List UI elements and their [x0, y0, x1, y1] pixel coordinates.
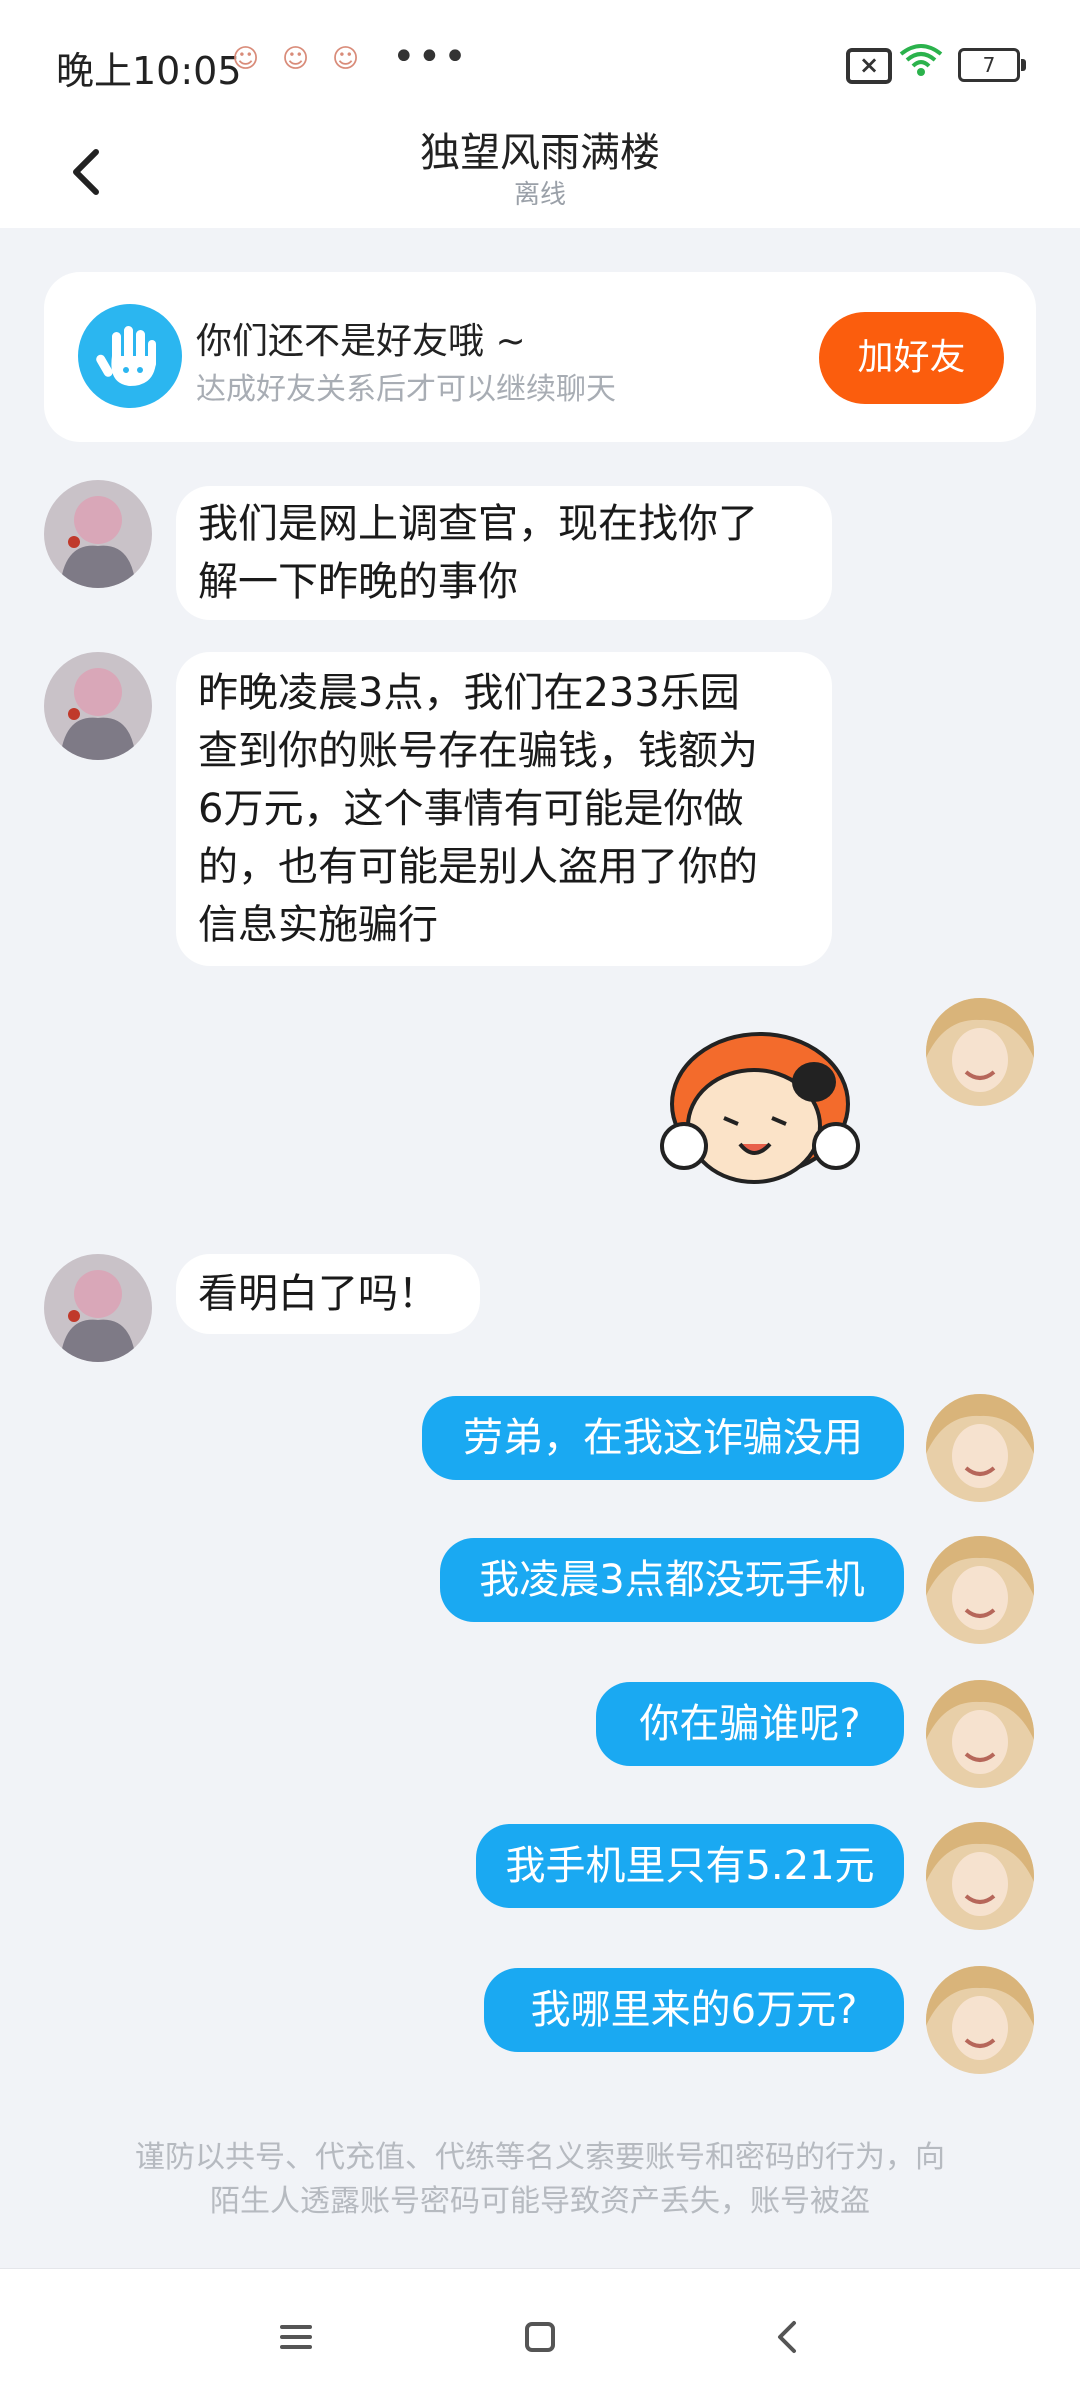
warning-text: 陌生人透露账号密码可能导致资产丢失，账号被盗: [210, 2184, 870, 2219]
chat-header: 独望风雨满楼 离线: [0, 120, 1080, 228]
notification-icon: ☺: [232, 44, 260, 74]
message-text: 的，也有可能是别人盗用了你的: [198, 844, 758, 890]
message-bubble-incoming[interactable]: 我们是网上调查官，现在找你了 解一下昨晚的事你: [176, 486, 832, 620]
message-text: 你在骗谁呢?: [639, 1701, 861, 1747]
message-bubble-incoming[interactable]: 看明白了吗！: [176, 1254, 480, 1334]
contact-name: 独望风雨满楼: [420, 130, 660, 176]
message-bubble-outgoing[interactable]: 我哪里来的6万元?: [484, 1968, 904, 2052]
contact-status: 离线: [513, 180, 566, 210]
message-text: 我哪里来的6万元?: [530, 1987, 858, 2033]
warning-text: 谨防以共号、代充值、代练等名义索要账号和密码的行为，向: [135, 2140, 945, 2175]
message-text: 6万元，这个事情有可能是你做: [198, 786, 744, 832]
nav-back-icon[interactable]: [758, 2307, 818, 2367]
message-bubble-outgoing[interactable]: 我手机里只有5.21元: [476, 1824, 904, 1908]
contact-avatar[interactable]: [44, 480, 152, 588]
security-warning: 谨防以共号、代充值、代练等名义索要账号和密码的行为，向 陌生人透露账号密码可能导…: [84, 2136, 996, 2224]
my-avatar[interactable]: [926, 1394, 1034, 1502]
my-avatar[interactable]: [926, 1680, 1034, 1788]
message-text: 查到你的账号存在骗钱，钱额为: [198, 728, 758, 774]
message-text: 看明白了吗！: [198, 1271, 438, 1317]
my-avatar[interactable]: [926, 1536, 1034, 1644]
not-friends-banner: 你们还不是好友哦 ~ 达成好友关系后才可以继续聊天 加好友: [44, 272, 1036, 442]
wifi-icon: [899, 44, 943, 76]
status-time: 晚上10:05: [56, 49, 242, 93]
banner-subtitle: 达成好友关系后才可以继续聊天: [196, 372, 616, 407]
message-bubble-outgoing[interactable]: 劳弟，在我这诈骗没用: [422, 1396, 904, 1480]
my-avatar[interactable]: [926, 1966, 1034, 2074]
message-bubble-incoming[interactable]: 昨晚凌晨3点，我们在233乐园 查到你的账号存在骗钱，钱额为 6万元，这个事情有…: [176, 652, 832, 966]
add-friend-button[interactable]: 加好友: [819, 312, 1004, 404]
notification-icon: ☺: [282, 44, 310, 74]
system-nav-bar: [0, 2268, 1080, 2401]
message-bubble-outgoing[interactable]: 你在骗谁呢?: [596, 1682, 904, 1766]
message-text: 我手机里只有5.21元: [505, 1843, 875, 1889]
message-text: 劳弟，在我这诈骗没用: [463, 1415, 863, 1461]
notification-icon: ☺: [332, 44, 360, 74]
my-avatar[interactable]: [926, 1822, 1034, 1930]
message-bubble-outgoing[interactable]: 我凌晨3点都没玩手机: [440, 1538, 904, 1622]
no-sim-icon: ×: [846, 48, 892, 84]
my-avatar[interactable]: [926, 998, 1034, 1106]
message-text: 解一下昨晚的事你: [198, 559, 518, 605]
message-text: 我们是网上调查官，现在找你了: [198, 501, 758, 547]
wave-hand-icon: [78, 304, 182, 408]
status-bar: 晚上10:05 ☺ ☺ ☺ ••• × 7: [0, 0, 1080, 120]
more-notifications-icon: •••: [392, 34, 469, 80]
contact-avatar[interactable]: [44, 652, 152, 760]
message-text: 信息实施骗行: [198, 902, 438, 948]
contact-avatar[interactable]: [44, 1254, 152, 1362]
sticker-image[interactable]: [654, 1026, 866, 1196]
menu-icon[interactable]: [266, 2307, 326, 2367]
banner-title: 你们还不是好友哦 ~: [196, 321, 526, 362]
battery-icon: 7: [958, 48, 1026, 82]
message-text: 昨晚凌晨3点，我们在233乐园: [198, 670, 740, 716]
message-text: 我凌晨3点都没玩手机: [479, 1557, 865, 1603]
home-icon[interactable]: [510, 2307, 570, 2367]
